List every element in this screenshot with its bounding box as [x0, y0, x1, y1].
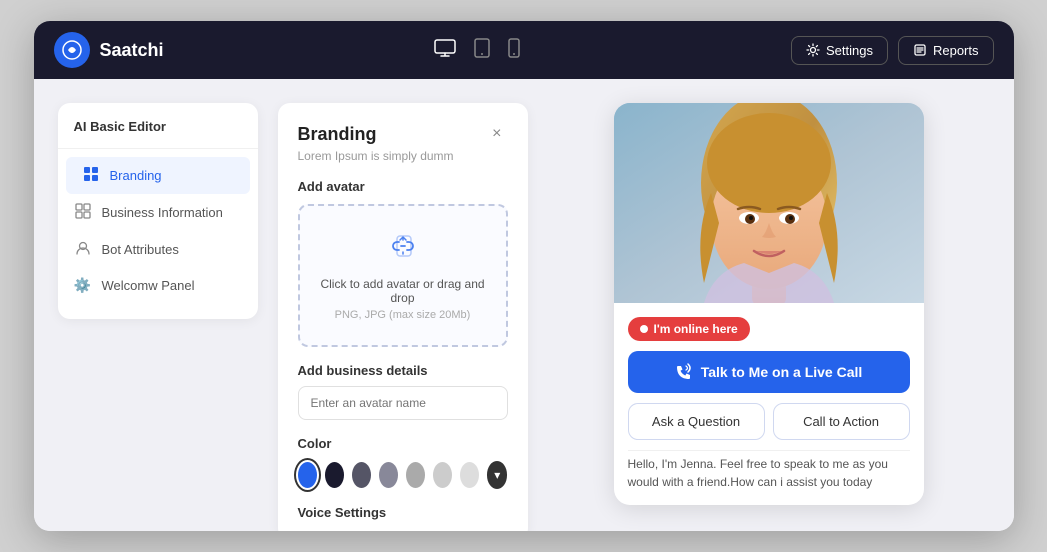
widget-avatar: [614, 103, 924, 303]
color-dot-gray5[interactable]: [460, 462, 479, 488]
welcome-label: Welcomw Panel: [102, 278, 195, 293]
main-content: AI Basic Editor Branding: [34, 79, 1014, 531]
color-dot-gray4[interactable]: [433, 462, 452, 488]
logo-area: Saatchi: [54, 32, 164, 68]
color-row: ▾: [298, 461, 508, 489]
live-call-label: Talk to Me on a Live Call: [701, 364, 863, 380]
upload-icon: [316, 230, 490, 269]
business-icon: [74, 203, 92, 222]
online-badge-text: I'm online here: [654, 322, 738, 336]
desktop-icon[interactable]: [434, 39, 456, 62]
color-dot-dark[interactable]: [325, 462, 344, 488]
color-label: Color: [298, 436, 508, 451]
ask-question-button[interactable]: Ask a Question: [628, 403, 765, 440]
live-call-button[interactable]: Talk to Me on a Live Call: [628, 351, 910, 393]
color-dot-gray3[interactable]: [406, 462, 425, 488]
avatar-name-input[interactable]: [298, 386, 508, 420]
voice-settings-label: Voice Settings: [298, 505, 508, 520]
color-dot-gray1[interactable]: [352, 462, 371, 488]
device-switcher: [164, 38, 791, 63]
reports-button[interactable]: Reports: [898, 36, 994, 65]
tablet-icon[interactable]: [474, 38, 490, 63]
branding-panel: Branding × Lorem Ipsum is simply dumm Ad…: [278, 103, 528, 531]
widget-bottom: I'm online here Talk to Me on a Live Cal…: [614, 303, 924, 505]
business-label: Business Information: [102, 205, 223, 220]
add-avatar-label: Add avatar: [298, 179, 508, 194]
bot-icon: [74, 240, 92, 259]
topbar: Saatchi: [34, 21, 1014, 79]
sidebar-item-branding[interactable]: Branding: [66, 157, 250, 194]
panel-header: Branding ×: [298, 123, 508, 145]
editor-sidebar: AI Basic Editor Branding: [58, 103, 258, 319]
call-to-action-button[interactable]: Call to Action: [773, 403, 910, 440]
online-badge: I'm online here: [628, 317, 750, 341]
widget-chat-text: Hello, I'm Jenna. Feel free to speak to …: [628, 450, 910, 491]
mobile-icon[interactable]: [508, 38, 520, 63]
welcome-icon: ⚙️: [74, 277, 92, 294]
chat-widget: I'm online here Talk to Me on a Live Cal…: [614, 103, 924, 505]
online-dot: [640, 325, 648, 333]
preview-panel: I'm online here Talk to Me on a Live Cal…: [548, 103, 990, 505]
color-dot-gray2[interactable]: [379, 462, 398, 488]
logo-text: Saatchi: [100, 40, 164, 61]
avatar-upload-zone[interactable]: Click to add avatar or drag and drop PNG…: [298, 204, 508, 347]
sidebar-item-business[interactable]: Business Information: [58, 194, 258, 231]
color-dropdown-btn[interactable]: ▾: [487, 461, 508, 489]
logo-icon: [54, 32, 90, 68]
action-row: Ask a Question Call to Action: [628, 403, 910, 440]
branding-icon: [82, 166, 100, 185]
panel-title: Branding: [298, 124, 377, 145]
upload-text: Click to add avatar or drag and drop: [316, 277, 490, 305]
sidebar-item-welcome[interactable]: ⚙️ Welcomw Panel: [58, 268, 258, 303]
sidebar-item-bot[interactable]: Bot Attributes: [58, 231, 258, 268]
panel-subtitle: Lorem Ipsum is simply dumm: [298, 149, 508, 163]
settings-button[interactable]: Settings: [791, 36, 888, 65]
business-details-label: Add business details: [298, 363, 508, 378]
topbar-right: Settings Reports: [791, 36, 994, 65]
bot-label: Bot Attributes: [102, 242, 179, 257]
branding-label: Branding: [110, 168, 162, 183]
sidebar-title: AI Basic Editor: [58, 119, 258, 149]
close-button[interactable]: ×: [486, 123, 507, 145]
upload-hint: PNG, JPG (max size 20Mb): [316, 309, 490, 321]
color-dot-blue[interactable]: [298, 462, 317, 488]
